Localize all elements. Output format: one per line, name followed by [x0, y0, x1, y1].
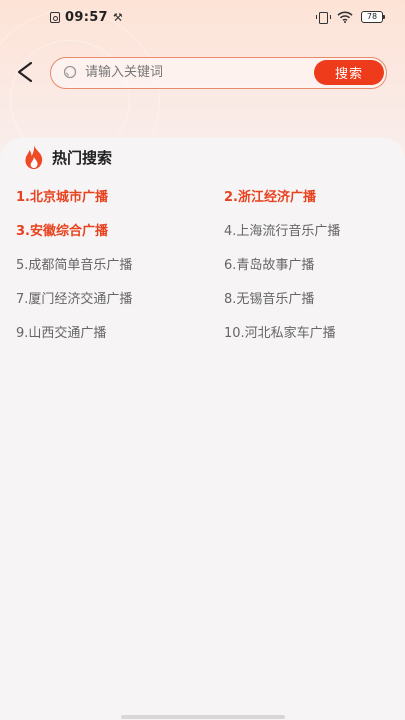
status-bar: 09:57 ⚒ 78 [0, 0, 405, 34]
hot-search-item[interactable]: 10.河北私家车广播 [224, 322, 336, 341]
tools-icon: ⚒ [112, 11, 123, 24]
hot-search-header: 热门搜索 [22, 144, 112, 170]
hot-search-item[interactable]: 7.厦门经济交通广播 [16, 288, 132, 307]
hot-search-item[interactable]: 5.成都简单音乐广播 [16, 254, 132, 273]
search-button[interactable]: 搜索 [314, 60, 384, 85]
status-time: 09:57 [65, 10, 108, 25]
search-icon [63, 65, 77, 79]
hot-search-title: 热门搜索 [52, 148, 113, 167]
battery-icon: 78 [361, 11, 385, 23]
home-indicator[interactable] [121, 715, 285, 719]
hot-search-item[interactable]: 6.青岛故事广播 [224, 254, 314, 273]
flame-icon [25, 145, 43, 169]
back-button[interactable] [10, 56, 42, 88]
chevron-left-icon [17, 61, 33, 83]
hot-search-item[interactable]: 9.山西交通广播 [16, 322, 106, 341]
hot-search-item[interactable]: 4.上海流行音乐广播 [224, 220, 340, 239]
hot-search-item[interactable]: 2.浙江经济广播 [224, 186, 316, 205]
wifi-icon [337, 11, 353, 23]
screenshot-icon [50, 12, 60, 23]
hot-search-item[interactable]: 3.安徽综合广播 [16, 220, 108, 239]
search-box[interactable]: 搜索 [50, 57, 387, 89]
hot-search-item[interactable]: 1.北京城市广播 [16, 186, 108, 205]
hot-search-item[interactable]: 8.无锡音乐广播 [224, 288, 314, 307]
hot-search-card: 热门搜索 1.北京城市广播 2.浙江经济广播 3.安徽综合广播 4.上海流行音乐… [0, 138, 405, 720]
vibrate-icon [316, 12, 331, 24]
search-input[interactable] [85, 58, 305, 87]
